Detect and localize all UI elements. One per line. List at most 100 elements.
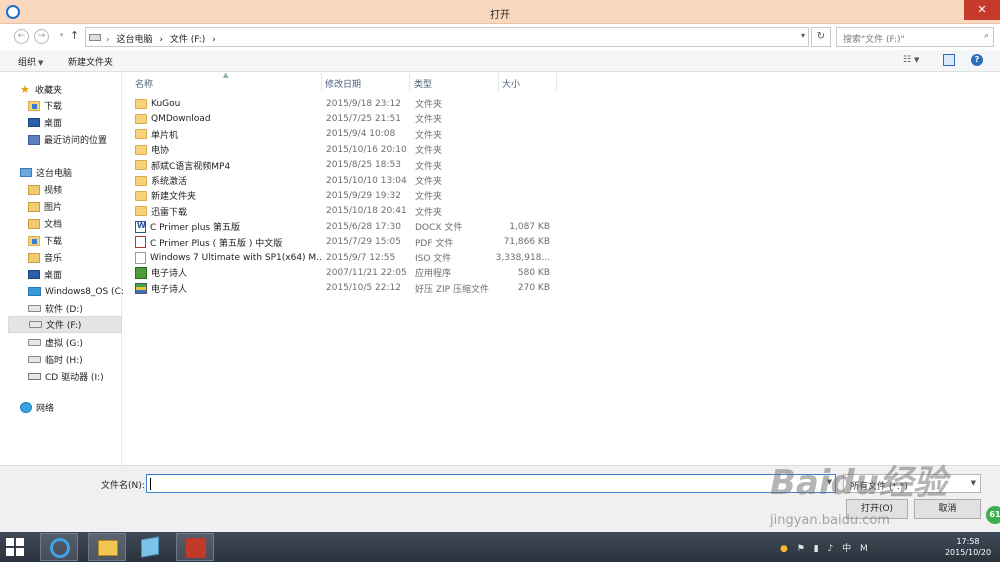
file-size: 3,338,918... [495,252,550,263]
sidebar-item-label: 收藏夹 [35,86,63,96]
address-bar[interactable]: › 这台电脑 › 文件 (F:) › ▾ [85,27,809,47]
file-name-cell: 单片机 [135,128,323,141]
taskbar-ie[interactable] [40,533,78,561]
file-name-cell: QMDownload [135,113,323,124]
up-button[interactable]: ↑ [70,29,79,42]
file-row[interactable]: 郝斌C语言视频MP4 2015/8/25 18:53 文件夹 [135,158,567,173]
start-button[interactable] [6,538,24,556]
file-type: 文件夹 [415,146,443,157]
taskbar-app[interactable] [176,533,214,561]
file-name: KuGou [151,98,181,109]
file-name: Windows 7 Ultimate with SP1(x64) M... [150,252,323,263]
column-header-date[interactable]: 修改日期 [325,73,410,91]
file-row[interactable]: 系统激活 2015/10/10 13:04 文件夹 [135,173,567,188]
file-list: ▲ 名称 修改日期 类型 大小 KuGou 2015/9/18 23:12 文件夹 Q… [123,71,1000,465]
bottom-panel: 文件名(N): ▼ 所有文件 (*.*) ▼ 打开(O) 取消 61 [0,465,1000,532]
refresh-button[interactable]: ↻ [811,27,831,47]
file-row[interactable]: 新建文件夹 2015/9/29 19:32 文件夹 [135,188,567,203]
file-date: 2015/6/28 17:30 [326,221,401,232]
drive-icon [28,356,41,363]
file-name: C Primer Plus ( 第五版 ) 中文版 [150,238,283,249]
search-placeholder: 搜索"文件 (F:)" [843,35,905,45]
file-type: 好压 ZIP 压缩文件 [415,284,489,295]
qq-icon[interactable]: ● [780,544,788,554]
sidebar-item-drive-f[interactable]: 文件 (F:) [8,316,122,333]
taskbar-explorer[interactable] [88,533,126,561]
navigation-pane: ★ 收藏夹 下载 桌面 最近访问的位置 这台电脑 视频 图片 文档 下载 音乐 … [0,73,127,465]
file-date: 2015/7/25 21:51 [326,113,401,124]
column-header-name[interactable]: 名称 [135,73,322,91]
network-icon[interactable]: ▮ [814,544,819,554]
file-row[interactable]: 电子诗人 2007/11/21 22:05 应用程序 580 KB [135,265,567,280]
file-name: 郝斌C语言视频MP4 [151,161,231,172]
sidebar-item-label: 网络 [36,404,55,414]
preview-pane-icon[interactable] [943,54,955,66]
open-button[interactable]: 打开(O) [846,499,908,519]
file-type: 文件夹 [415,100,443,110]
file-row[interactable]: KuGou 2015/9/18 23:12 文件夹 [135,96,567,111]
file-name-cell: 郝斌C语言视频MP4 [135,159,323,172]
column-header-size[interactable]: 大小 [502,73,557,91]
new-folder-button[interactable]: 新建文件夹 [68,55,113,68]
file-row[interactable]: 迅雷下载 2015/10/18 20:41 文件夹 [135,204,567,219]
sidebar-item-label: 图片 [44,203,63,213]
file-row[interactable]: QMDownload 2015/7/25 21:51 文件夹 [135,111,567,126]
file-row[interactable]: 电协 2015/10/16 20:10 文件夹 [135,142,567,157]
zip-icon [135,282,147,294]
file-type: 文件夹 [415,161,443,172]
ime-indicator[interactable]: 中 [842,544,851,554]
filetype-select[interactable]: 所有文件 (*.*) ▼ [843,474,981,493]
sidebar-item-label: 虚拟 (G:) [45,339,83,349]
breadcrumb-drive-f[interactable]: 文件 (F:) [170,35,205,45]
chevron-down-icon[interactable]: ▾ [801,31,805,40]
title-bar: 打开 ✕ [0,0,1000,24]
taskbar-store[interactable] [131,533,169,561]
sidebar-item-network[interactable]: 网络 [20,399,134,416]
close-button[interactable]: ✕ [964,0,1000,20]
notification-badge[interactable]: 61 [986,506,1000,524]
music-folder-icon [28,252,40,263]
help-icon[interactable]: ? [971,54,983,66]
file-name-cell: C Primer Plus ( 第五版 ) 中文版 [135,236,323,249]
file-size: 71,866 KB [503,237,550,248]
column-header-type[interactable]: 类型 [414,73,499,91]
star-icon: ★ [20,83,30,96]
sidebar-item-label: 视频 [44,186,63,196]
recent-locations-icon[interactable]: ▾ [54,29,69,44]
sidebar-item-favorites[interactable]: ★ 收藏夹 [20,81,134,98]
filetype-value: 所有文件 (*.*) [850,482,908,492]
search-input[interactable]: 搜索"文件 (F:)" ⌕ [836,27,994,47]
back-button[interactable]: ← [14,29,29,44]
address-row: ← → ▾ ↑ › 这台电脑 › 文件 (F:) › ▾ ↻ 搜索"文件 (F:… [0,24,1000,50]
downloads-folder-icon [28,100,40,111]
flag-icon[interactable]: ⚑ [797,544,805,554]
view-options-icon[interactable]: ☷ ▼ [903,55,919,65]
file-row[interactable]: 电子诗人 2015/10/5 22:12 好压 ZIP 压缩文件 270 KB [135,281,567,296]
forward-button[interactable]: → [34,29,49,44]
file-date: 2015/10/5 22:12 [326,283,401,294]
file-row[interactable]: C Primer plus 第五版 2015/6/28 17:30 DOCX 文件 1… [135,219,567,234]
organize-button[interactable]: 组织 ▼ [18,55,43,68]
file-date: 2015/9/7 12:55 [326,252,396,263]
clock[interactable]: 17:58 2015/10/20 [938,536,998,558]
file-type: 应用程序 [415,269,452,280]
breadcrumb-thispc[interactable]: 这台电脑 [116,35,152,45]
file-name-cell: 系统激活 [135,174,323,187]
chevron-down-icon[interactable]: ▼ [827,478,832,486]
file-type: ISO 文件 [415,254,452,264]
command-bar: 组织 ▼ 新建文件夹 ☷ ▼ ? [0,50,1000,72]
volume-icon[interactable]: ♪ [828,544,834,554]
file-row[interactable]: 单片机 2015/9/4 10:08 文件夹 [135,127,567,142]
sidebar-item-label: 文档 [44,220,63,230]
ime-mode[interactable]: M [860,544,868,554]
file-row[interactable]: Windows 7 Ultimate with SP1(x64) M... 201… [135,250,567,265]
sidebar-item-thispc[interactable]: 这台电脑 [20,164,134,181]
cancel-button[interactable]: 取消 [914,499,981,519]
file-name: 电子诗人 [151,284,188,295]
sidebar-item-label: Windows8_OS (C:) [45,286,128,297]
file-row[interactable]: C Primer Plus ( 第五版 ) 中文版 2015/7/29 15:05… [135,235,567,250]
filename-input[interactable]: ▼ [146,474,836,493]
file-name-cell: 迅雷下载 [135,205,323,218]
folder-icon [135,129,147,140]
file-date: 2007/11/21 22:05 [326,267,407,278]
